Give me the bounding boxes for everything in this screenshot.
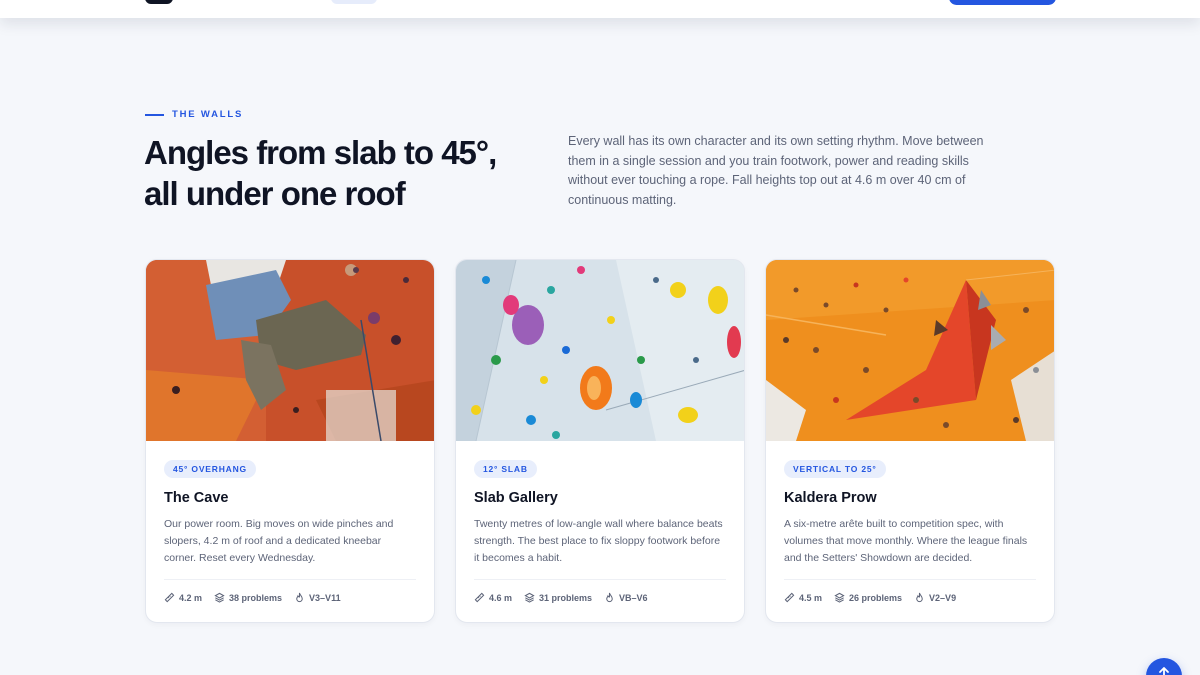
wall-grades: V2–V9 [914, 592, 956, 603]
wall-card-the-cave[interactable]: 45° OVERHANG The Cave Our power room. Bi… [145, 259, 435, 623]
wall-title: Kaldera Prow [784, 490, 877, 506]
wall-grades-value: VB–V6 [619, 592, 648, 603]
wall-card-slab-gallery[interactable]: 12° SLAB Slab Gallery Twenty metres of l… [455, 259, 745, 623]
flame-icon [296, 592, 303, 603]
slab-wall-photo [456, 260, 744, 441]
flame-icon [606, 592, 613, 603]
wall-angle-badge: 45° OVERHANG [164, 460, 256, 478]
arrow-up-icon [1159, 667, 1169, 675]
layers-icon [834, 592, 845, 603]
wall-height-value: 4.5 m [799, 592, 823, 603]
wall-angle-badge: VERTICAL TO 25° [784, 460, 886, 478]
wall-title: Slab Gallery [474, 490, 558, 506]
wall-problems: 26 problems [834, 592, 902, 603]
heading-line-2: all under one roof [144, 175, 406, 212]
wall-grades: VB–V6 [604, 592, 648, 603]
wall-grades-value: V3–V11 [309, 592, 341, 603]
wall-grades: V3–V11 [294, 592, 341, 603]
card-divider [474, 579, 726, 580]
wall-problems-value: 38 problems [229, 592, 283, 603]
wall-height: 4.5 m [784, 592, 822, 603]
wall-height-value: 4.2 m [179, 592, 203, 603]
wall-stats: 4.6 m 31 problems VB–V6 [474, 592, 648, 603]
wall-stats: 4.2 m 38 problems V3–V11 [164, 592, 341, 603]
layers-icon [524, 592, 535, 603]
ruler-icon [474, 592, 485, 603]
card-divider [164, 579, 416, 580]
wall-angle-badge: 12° SLAB [474, 460, 537, 478]
section-eyebrow: THE WALLS [145, 109, 243, 120]
wall-problems-value: 31 problems [539, 592, 593, 603]
wall-problems: 31 problems [524, 592, 592, 603]
wall-description: A six-metre arête built to competition s… [784, 518, 1028, 564]
top-nav [0, 0, 1200, 18]
flame-icon [916, 592, 923, 603]
eyebrow-label: THE WALLS [172, 109, 244, 120]
card-divider [784, 579, 1036, 580]
wall-title: The Cave [164, 490, 229, 506]
wall-height: 4.6 m [474, 592, 512, 603]
wall-description: Our power room. Big moves on wide pinche… [164, 518, 394, 564]
wall-card-kaldera-prow[interactable]: VERTICAL TO 25° Kaldera Prow A six-metre… [765, 259, 1055, 623]
wall-height: 4.2 m [164, 592, 202, 603]
wall-problems-value: 26 problems [849, 592, 903, 603]
logo[interactable] [145, 0, 173, 4]
prow-wall-photo [766, 260, 1054, 441]
wall-stats: 4.5 m 26 problems V2–V9 [784, 592, 956, 603]
climber-photo [146, 260, 434, 441]
wall-cards: 45° OVERHANG The Cave Our power room. Bi… [145, 259, 1055, 623]
section-intro: Every wall has its own character and its… [568, 134, 984, 207]
ruler-icon [164, 592, 175, 603]
wall-problems: 38 problems [214, 592, 282, 603]
back-to-top-button[interactable] [1146, 658, 1182, 675]
eyebrow-rule [145, 113, 164, 116]
nav-cta-button[interactable] [949, 0, 1056, 5]
wall-description: Twenty metres of low-angle wall where ba… [474, 518, 723, 564]
wall-height-value: 4.6 m [489, 592, 513, 603]
wall-grades-value: V2–V9 [929, 592, 957, 603]
heading-line-1: Angles from slab to 45°, [144, 134, 497, 171]
layers-icon [214, 592, 225, 603]
ruler-icon [784, 592, 795, 603]
section-heading: Angles from slab to 45°, all under one r… [144, 132, 544, 214]
nav-item-active[interactable] [331, 0, 377, 4]
